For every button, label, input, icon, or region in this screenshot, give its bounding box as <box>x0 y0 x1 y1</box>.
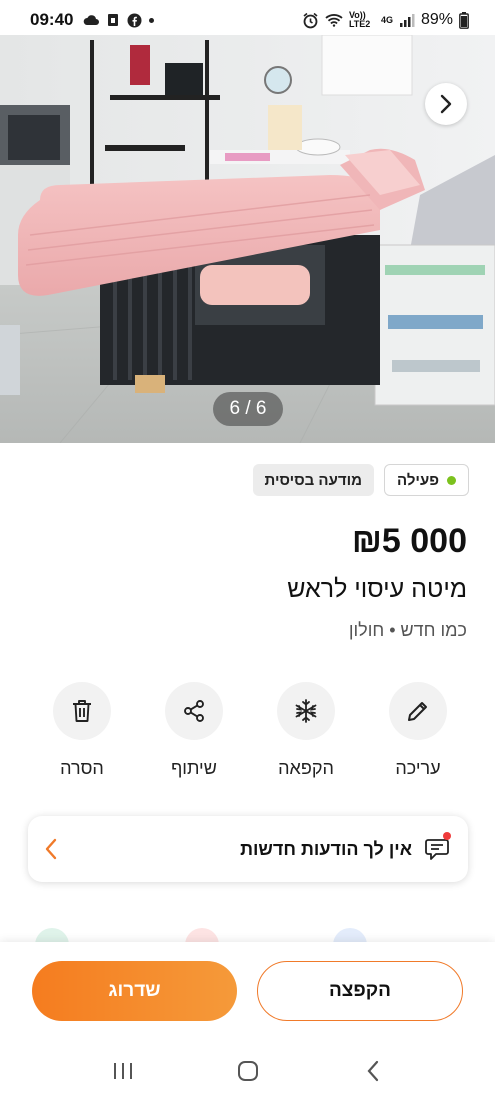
listing-actions: עריכה הקפאה שיתוף הסרה <box>30 682 470 779</box>
listing-badges: מודעה בסיסית פעילה <box>252 464 469 496</box>
signal-icon <box>399 14 415 27</box>
listing-photo[interactable]: 6 / 6 <box>0 35 495 443</box>
chevron-right-icon <box>440 94 452 114</box>
listing-price: ₪5 000 <box>351 522 467 560</box>
status-bar: 09:40 Vo)) LTE2 4G 89% <box>0 0 495 40</box>
snowflake-icon <box>295 699 317 723</box>
delete-button[interactable] <box>53 682 111 740</box>
freeze-action[interactable]: הקפאה <box>254 682 358 779</box>
notification-icons <box>83 13 155 28</box>
basic-listing-badge: מודעה בסיסית <box>252 464 374 496</box>
messages-info: אין לך הודעות חדשות <box>240 832 452 863</box>
messages-card[interactable]: אין לך הודעות חדשות <box>28 816 468 882</box>
upgrade-button[interactable]: שדרוג <box>32 961 237 1021</box>
wifi-icon <box>325 14 343 27</box>
recent-apps-button[interactable] <box>93 1051 153 1091</box>
image-counter: 6 / 6 <box>213 392 283 426</box>
messages-icon-wrap <box>424 832 452 863</box>
cloud-icon <box>84 15 100 25</box>
back-button[interactable] <box>343 1051 403 1091</box>
status-left: 09:40 <box>30 10 155 30</box>
edit-button[interactable] <box>389 682 447 740</box>
delete-label: הסרה <box>60 758 104 778</box>
status-time: 09:40 <box>30 10 74 29</box>
delete-action[interactable]: הסרה <box>30 682 134 779</box>
battery-icon <box>459 11 469 29</box>
messages-text: אין לך הודעות חדשות <box>240 838 412 859</box>
listing-title: מיטה עיסוי לראש <box>287 575 467 603</box>
listing-subtitle: כמו חדש • חולון <box>348 620 467 640</box>
home-icon <box>237 1061 258 1081</box>
home-button[interactable] <box>218 1051 278 1091</box>
edit-action[interactable]: עריכה <box>366 682 470 779</box>
freeze-button[interactable] <box>277 682 335 740</box>
massage-bed-photo <box>0 35 495 443</box>
sim-icon <box>108 14 119 26</box>
more-notifications-dot <box>149 17 155 23</box>
system-nav-bar <box>0 1042 495 1100</box>
freeze-label: הקפאה <box>278 758 334 778</box>
battery-percent: 89% <box>420 11 453 28</box>
share-action[interactable]: שיתוף <box>142 682 246 779</box>
chevron-left-icon[interactable] <box>44 838 58 860</box>
status-right: Vo)) LTE2 4G 89% <box>302 11 469 29</box>
bottom-action-bar: שדרוג הקפצה <box>0 942 495 1042</box>
facebook-icon <box>127 13 142 27</box>
trash-icon <box>73 700 91 722</box>
back-icon <box>367 1060 378 1082</box>
next-image-button[interactable] <box>425 83 467 125</box>
share-icon <box>184 700 204 722</box>
status-badge-label: פעילה <box>397 471 439 489</box>
notification-dot <box>443 832 451 840</box>
status-dot <box>447 475 456 485</box>
bump-button[interactable]: הקפצה <box>257 961 463 1021</box>
recents-icon <box>113 1063 132 1079</box>
edit-label: עריכה <box>395 758 441 778</box>
pencil-icon <box>408 702 427 721</box>
volte-label: Vo)) LTE2 <box>348 10 371 29</box>
status-badge: פעילה <box>384 464 469 496</box>
share-button[interactable] <box>165 682 223 740</box>
alarm-icon <box>303 12 318 28</box>
network-label: 4G <box>380 14 393 25</box>
share-label: שיתוף <box>171 758 217 778</box>
